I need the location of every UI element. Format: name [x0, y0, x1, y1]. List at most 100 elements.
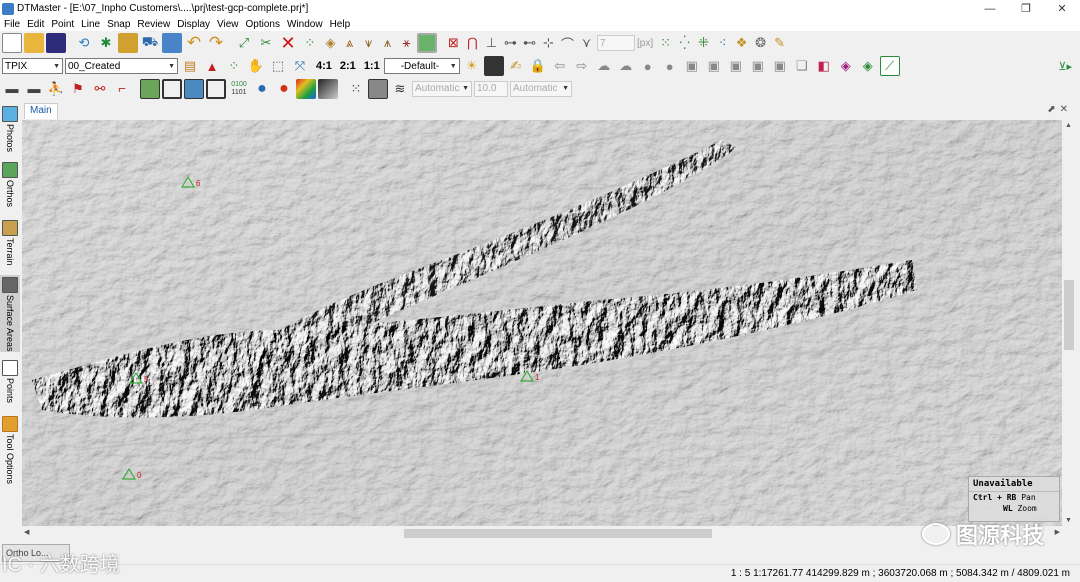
snap-radius-spinner[interactable]: 7 — [597, 35, 635, 51]
paint-icon[interactable]: ◈ — [836, 56, 856, 76]
up-terrain-icon[interactable]: ⩓ — [341, 33, 358, 53]
filter-cross-icon[interactable]: ⁜ — [695, 33, 712, 53]
add-point-icon[interactable]: ⤢ — [234, 33, 254, 53]
arrow-right-box-icon[interactable]: ⇨ — [572, 56, 592, 76]
status-combo[interactable]: 00_Created ▼ — [65, 58, 178, 74]
snap-arc-icon[interactable]: ⌒ — [559, 33, 576, 53]
box-5-icon[interactable]: ▣ — [770, 56, 790, 76]
new-file-icon[interactable] — [2, 33, 22, 53]
layer-combo[interactable]: TPIX ▼ — [2, 58, 63, 74]
redo-icon[interactable]: ↷ — [206, 33, 226, 53]
snap-point-icon[interactable]: ⊥ — [483, 33, 500, 53]
sidebar-tab-tool-options[interactable]: Tool Options — [0, 414, 20, 484]
refresh-icon[interactable]: ⟲ — [74, 33, 94, 53]
stick-figure-icon[interactable]: ⛹ — [46, 79, 66, 99]
image-view-icon[interactable] — [140, 78, 160, 99]
ruler-icon[interactable]: ▤ — [180, 56, 200, 76]
fork-down-icon[interactable]: ⩚ — [379, 33, 396, 53]
tab-main[interactable]: Main — [24, 103, 58, 119]
bubble-2-icon[interactable]: ● — [660, 56, 680, 76]
box-3-icon[interactable]: ▣ — [726, 56, 746, 76]
filter-cluster-icon[interactable]: ⁖ — [714, 33, 731, 53]
red-stack-icon[interactable]: ◧ — [814, 56, 834, 76]
grid-view-icon[interactable] — [162, 33, 182, 53]
scroll-up-icon[interactable]: ▲ — [1065, 122, 1072, 129]
fork-icon[interactable]: ⩛ — [360, 33, 377, 53]
signpost-icon[interactable]: ⚑ — [68, 79, 88, 99]
green-square-icon[interactable] — [417, 33, 437, 53]
menu-snap[interactable]: Snap — [104, 19, 134, 30]
zoom-box-icon[interactable]: ⬚ — [268, 56, 288, 76]
snap-tangent-icon[interactable]: ⋎ — [578, 33, 595, 53]
pick-tool-icon[interactable]: ✱ — [96, 33, 116, 53]
menu-help[interactable]: Help — [327, 19, 355, 30]
globe-icon[interactable]: ● — [252, 79, 272, 99]
swatch-icon[interactable]: ◈ — [858, 56, 878, 76]
hatch-icon[interactable] — [368, 78, 388, 99]
scroll-right-icon[interactable]: ▶ — [1055, 528, 1060, 536]
cloud-icon[interactable]: ☁ — [594, 56, 614, 76]
ortho-light-icon[interactable] — [483, 56, 504, 76]
zoom-2-1-button[interactable]: 2:1 — [340, 60, 356, 72]
sidebar-tab-points[interactable]: Points — [0, 358, 20, 403]
vertical-scroll-thumb[interactable] — [1064, 280, 1074, 350]
menu-window[interactable]: Window — [284, 19, 327, 30]
box-2-icon[interactable]: ▣ — [704, 56, 724, 76]
snap-node-icon[interactable]: ⊷ — [521, 33, 538, 53]
split-view-icon[interactable] — [162, 78, 182, 99]
contour-interval-field[interactable]: 10.0 — [474, 80, 508, 97]
menu-view[interactable]: View — [214, 19, 243, 30]
filter-points-icon[interactable]: ⁙ — [657, 33, 674, 53]
brush-icon[interactable]: ✎ — [771, 33, 788, 53]
undo-icon[interactable]: ↶ — [184, 33, 204, 53]
contour-mode-combo[interactable]: Automatic ▼ — [412, 80, 472, 97]
delete-icon[interactable]: ✕ — [278, 33, 298, 53]
horizontal-scrollbar[interactable]: ◀ ▶ — [22, 526, 1062, 540]
palette-icon[interactable]: ● — [274, 79, 294, 99]
scatter-icon[interactable]: ⁘ — [224, 56, 244, 76]
restore-button[interactable]: ❐ — [1008, 0, 1044, 17]
toolbar-options-icon[interactable]: ⊻▸ — [1058, 60, 1072, 73]
scroll-left-icon[interactable]: ◀ — [24, 528, 29, 536]
filter-dots-icon[interactable]: ⁛ — [676, 33, 693, 53]
branch-icon[interactable]: ⚹ — [398, 33, 415, 53]
hand-lock-icon[interactable]: ✍ — [506, 56, 526, 76]
box-icon[interactable]: ▣ — [682, 56, 702, 76]
triangle-warning-icon[interactable]: ▲ — [202, 56, 222, 76]
menu-options[interactable]: Options — [243, 19, 284, 30]
close-button[interactable]: ✕ — [1044, 0, 1080, 17]
layers-icon[interactable]: ◈ — [322, 33, 339, 53]
menu-display[interactable]: Display — [174, 19, 214, 30]
network-icon[interactable]: ⚯ — [90, 79, 110, 99]
cut-line-icon[interactable]: ✂ — [256, 33, 276, 53]
snap-line-icon[interactable]: ⊶ — [502, 33, 519, 53]
tab-controls[interactable]: ⬈✕ — [1047, 104, 1072, 115]
sidebar-tab-orthos[interactable]: Orthos — [0, 160, 20, 207]
display-combo[interactable]: -Default- ▼ — [383, 58, 460, 74]
sidebar-tab-surface-areas[interactable]: Surface Areas — [0, 275, 20, 352]
box-4-icon[interactable]: ▣ — [748, 56, 768, 76]
connector-icon[interactable]: ⌐ — [112, 79, 132, 99]
open-folder-icon[interactable] — [24, 33, 44, 53]
split-view-2-icon[interactable] — [206, 78, 226, 99]
image-view-2-icon[interactable] — [184, 78, 204, 99]
contour-label-combo[interactable]: Automatic ▼ — [510, 80, 572, 97]
horizontal-scroll-thumb[interactable] — [404, 529, 712, 538]
binary-icon[interactable]: 0100 1101 — [228, 79, 250, 99]
menu-review[interactable]: Review — [134, 19, 174, 30]
scroll-down-icon[interactable]: ▼ — [1065, 517, 1072, 524]
stack-icon[interactable]: ❏ — [792, 56, 812, 76]
magnet-icon[interactable]: ⋂ — [464, 33, 481, 53]
menu-file[interactable]: File — [1, 19, 24, 30]
menu-line[interactable]: Line — [78, 19, 104, 30]
save-icon[interactable] — [46, 33, 66, 53]
vertical-scrollbar[interactable]: ▲ ▼ — [1062, 120, 1076, 526]
terrain-map-view[interactable]: 6 5 1 0 Unavailable Ctrl + RB Pan WL Zoo… — [22, 120, 1062, 526]
spray-icon[interactable]: ❂ — [752, 33, 769, 53]
lock-icon[interactable]: 🔒 — [528, 56, 548, 76]
dots-grid-icon[interactable]: ⁘ — [300, 33, 320, 53]
sidebar-tab-photos[interactable]: Photos — [0, 104, 20, 152]
menu-edit[interactable]: Edit — [24, 19, 48, 30]
menu-point[interactable]: Point — [48, 19, 78, 30]
vehicle-icon[interactable]: ⛟ — [140, 33, 160, 53]
